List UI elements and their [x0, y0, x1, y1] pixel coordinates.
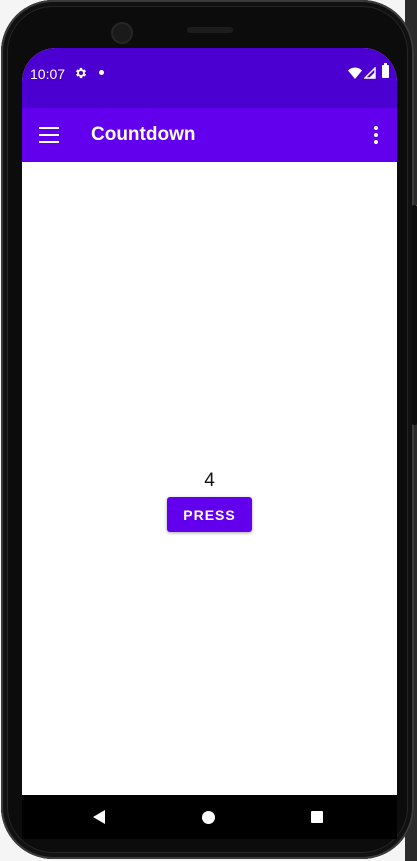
dot-icon — [99, 70, 104, 75]
countdown-value: 4 — [204, 470, 215, 491]
gear-icon — [75, 67, 87, 79]
main-content: 4 PRESS — [22, 162, 397, 795]
navigation-bar — [22, 795, 397, 839]
back-icon[interactable] — [93, 810, 107, 824]
press-button[interactable]: PRESS — [167, 497, 252, 532]
overflow-menu-icon[interactable] — [368, 125, 384, 145]
signal-icon — [364, 67, 376, 79]
side-button — [412, 205, 417, 425]
phone-frame: 10:07 Countdown 4 PRESS — [1, 0, 417, 859]
battery-icon — [382, 63, 389, 78]
front-camera — [111, 22, 133, 44]
wifi-icon — [348, 67, 362, 79]
screen: 10:07 Countdown 4 PRESS — [22, 48, 397, 839]
menu-icon[interactable] — [39, 127, 59, 143]
app-title: Countdown — [91, 124, 196, 145]
home-icon[interactable] — [202, 811, 215, 824]
earpiece-speaker — [187, 27, 233, 33]
app-bar: Countdown — [22, 108, 397, 162]
status-bar: 10:07 — [22, 48, 397, 108]
status-time: 10:07 — [30, 66, 66, 82]
recents-icon[interactable] — [311, 811, 323, 823]
